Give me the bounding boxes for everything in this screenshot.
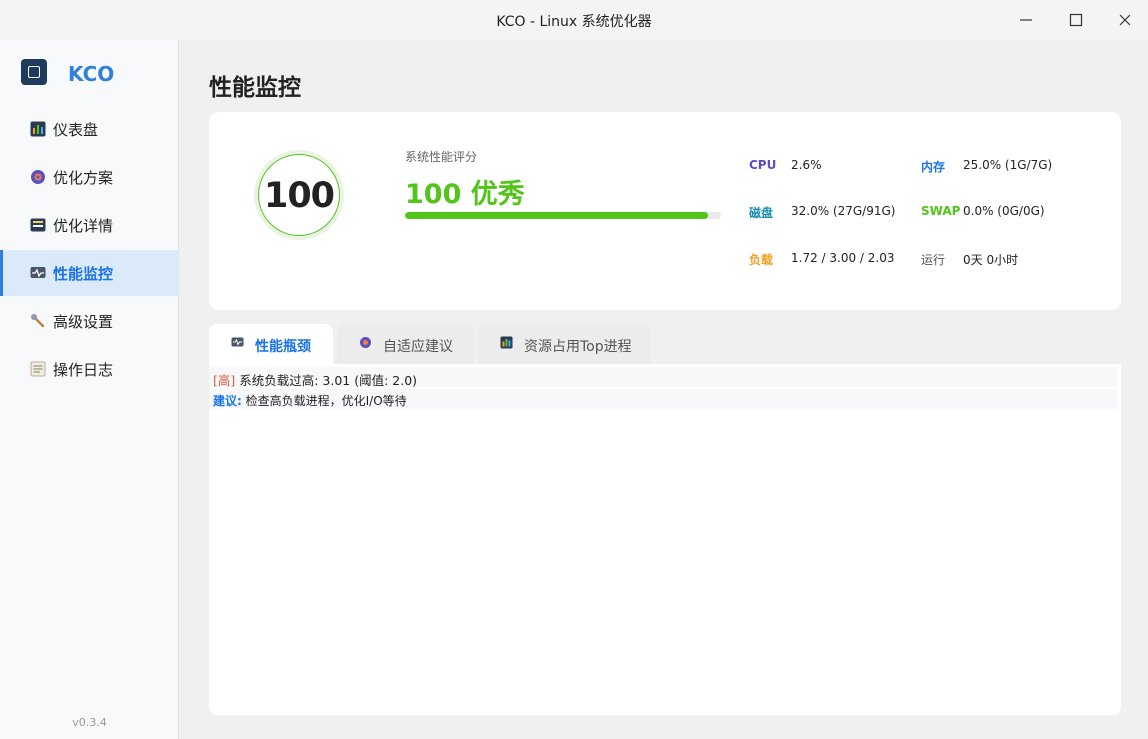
target-icon bbox=[31, 170, 45, 184]
stat-mem-value: 25.0% (1G/7G) bbox=[963, 158, 1053, 172]
stat-mem-label: 内存 bbox=[921, 160, 946, 174]
score-ring: 100 bbox=[254, 150, 344, 240]
sidebar-item-optimize-details[interactable]: 优化详情 bbox=[0, 202, 179, 248]
tab-bottleneck[interactable]: 性能瓶颈 bbox=[209, 324, 333, 364]
performance-summary-card: 100 系统性能评分 100 优秀 CPU 2.6% 内存 25.0% (1G/… bbox=[209, 112, 1121, 310]
tab-top-processes[interactable]: 资源占用Top进程 bbox=[478, 324, 651, 364]
sidebar-item-performance-monitor[interactable]: 性能监控 bbox=[0, 250, 179, 296]
suggestion-text: 检查高负载进程，优化I/O等待 bbox=[241, 394, 407, 408]
app-version: v0.3.4 bbox=[72, 716, 107, 729]
stat-cpu-value: 2.6% bbox=[791, 158, 822, 172]
suggestion-label: 建议: bbox=[213, 394, 242, 408]
monitor-icon bbox=[30, 267, 46, 278]
sidebar-item-label: 操作日志 bbox=[53, 361, 114, 379]
maximize-icon bbox=[1069, 13, 1083, 27]
sidebar-item-dashboard[interactable]: 仪表盘 bbox=[0, 106, 179, 152]
stat-load-label: 负载 bbox=[749, 253, 774, 267]
close-button[interactable] bbox=[1115, 10, 1135, 30]
suggestion-item: 建议: 检查高负载进程，优化I/O等待 bbox=[209, 389, 1117, 409]
wrench-icon bbox=[31, 314, 45, 328]
close-icon bbox=[1119, 14, 1131, 26]
sidebar-item-advanced-settings[interactable]: 高级设置 bbox=[0, 298, 179, 344]
minimize-button[interactable] bbox=[1016, 10, 1036, 30]
bar-chart-icon bbox=[500, 336, 513, 349]
sidebar-item-label: 仪表盘 bbox=[53, 121, 99, 139]
bar-chart-icon bbox=[30, 121, 46, 137]
performance-score-value: 100 优秀 bbox=[405, 179, 525, 210]
sidebar-item-operation-log[interactable]: 操作日志 bbox=[0, 346, 179, 392]
app-logo-text: KCO bbox=[68, 62, 115, 86]
bottleneck-panel: [高] 系统负载过高: 3.01 (阈值: 2.0) 建议: 检查高负载进程，优… bbox=[209, 364, 1121, 715]
window-title: KCO - Linux 系统优化器 bbox=[496, 14, 652, 30]
stat-load-value: 1.72 / 3.00 / 2.03 bbox=[791, 251, 895, 265]
bottleneck-item: [高] 系统负载过高: 3.01 (阈值: 2.0) bbox=[209, 367, 1117, 388]
performance-score-bar bbox=[405, 212, 721, 219]
target-icon bbox=[360, 337, 371, 348]
stat-uptime-label: 运行 bbox=[921, 253, 946, 267]
sidebar-item-optimize-plan[interactable]: 优化方案 bbox=[0, 154, 179, 200]
page-title: 性能监控 bbox=[209, 75, 301, 101]
performance-score-label: 系统性能评分 bbox=[405, 150, 478, 164]
tab-label: 性能瓶颈 bbox=[255, 339, 311, 355]
stat-disk-value: 32.0% (27G/91G) bbox=[791, 204, 896, 218]
app-logo-icon bbox=[21, 59, 47, 85]
tab-label: 自适应建议 bbox=[383, 339, 453, 355]
stat-swap-label: SWAP bbox=[921, 204, 961, 218]
stat-swap-value: 0.0% (0G/0G) bbox=[963, 204, 1045, 218]
bottleneck-text: 系统负载过高: 3.01 (阈值: 2.0) bbox=[235, 373, 418, 388]
sidebar-item-label: 优化详情 bbox=[53, 217, 114, 235]
title-bar: KCO - Linux 系统优化器 bbox=[0, 0, 1148, 40]
severity-tag: [高] bbox=[213, 373, 236, 388]
stat-uptime-value: 0天 0小时 bbox=[963, 253, 1019, 267]
performance-score-bar-fill bbox=[405, 212, 709, 219]
stat-cpu-label: CPU bbox=[749, 158, 777, 172]
card-icon bbox=[30, 218, 46, 232]
maximize-button[interactable] bbox=[1066, 10, 1086, 30]
tab-adaptive-suggestions[interactable]: 自适应建议 bbox=[337, 324, 474, 364]
sidebar-item-label: 性能监控 bbox=[53, 265, 114, 283]
minimize-icon bbox=[1020, 19, 1032, 21]
sidebar: KCO 仪表盘 优化方案 优化详情 性能监控 高级设置 操作日志 v0.3.4 bbox=[0, 40, 179, 739]
log-icon bbox=[30, 361, 46, 377]
sidebar-item-label: 高级设置 bbox=[53, 313, 114, 331]
score-number: 100 bbox=[263, 176, 335, 216]
tab-label: 资源占用Top进程 bbox=[524, 339, 632, 355]
stat-disk-label: 磁盘 bbox=[749, 206, 774, 220]
sidebar-item-label: 优化方案 bbox=[53, 169, 114, 187]
monitor-icon bbox=[231, 337, 244, 347]
